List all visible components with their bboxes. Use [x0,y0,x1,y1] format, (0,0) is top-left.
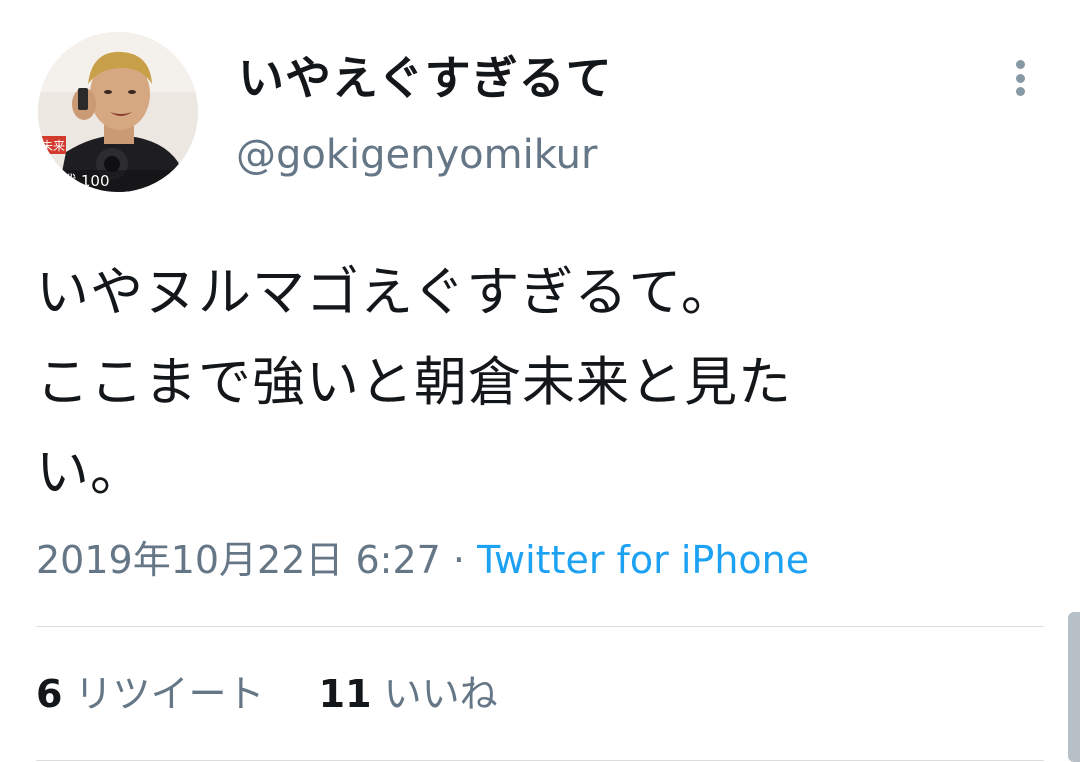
engagement-stats: 6 リツイート 11 いいね [36,668,540,720]
retweet-label: リツイート [74,672,265,716]
avatar-caption: 00戦 100 [42,172,110,190]
tweet-detail: 未来 00戦 100 いやえぐすぎるて @gokigenyomikur いやヌル… [0,0,1080,762]
avatar-badge-text: 未来 [41,139,65,153]
user-handle[interactable]: @gokigenyomikur [236,128,597,182]
more-dot [1015,73,1025,83]
avatar-photo: 未来 00戦 100 [38,32,198,192]
tweet-meta: 2019年10月22日 6:27 · Twitter for iPhone [36,534,809,586]
source-link[interactable]: Twitter for iPhone [477,538,809,582]
retweet-count: 6 [36,672,63,716]
like-label: いいね [383,672,498,716]
divider [36,760,1044,761]
divider [36,626,1044,627]
display-name[interactable]: いやえぐすぎるて [238,48,613,108]
tweet-text-line: いやヌルマゴえぐすぎるて。 [36,262,735,323]
more-vertical-icon[interactable] [1000,56,1040,100]
timestamp[interactable]: 2019年10月22日 6:27 [36,538,441,582]
tweet-text: いやヌルマゴえぐすぎるて。 ここまで強いと朝倉未来と見た い。 [36,248,1026,518]
like-stat[interactable]: 11 いいね [319,672,498,716]
like-count: 11 [318,672,372,716]
tweet-text-line: ここまで強いと朝倉未来と見た [36,352,792,413]
tweet-text-line: い。 [36,442,144,503]
meta-separator: · [452,538,466,582]
scrollbar[interactable] [1068,612,1080,762]
more-dot [1015,87,1025,96]
retweet-stat[interactable]: 6 リツイート [36,672,277,716]
more-dot [1015,60,1025,69]
avatar[interactable]: 未来 00戦 100 [38,32,198,192]
